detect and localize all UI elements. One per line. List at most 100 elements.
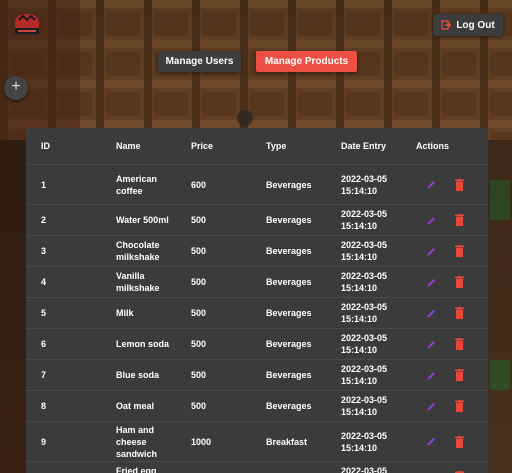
column-header-date-entry: Date Entry <box>341 141 387 151</box>
cell-date-entry: 2022-03-05 15:14:10 <box>326 390 401 422</box>
table-row: 4 Vanilla milkshake 500 Beverages 2022-03-05… <box>26 266 488 298</box>
cell-date-entry: 2022-03-05 15:14:10 <box>326 359 401 391</box>
cell-date-entry: 2022-03-05 15:14:10 <box>326 204 401 236</box>
edit-pencil-icon[interactable] <box>426 215 437 226</box>
cell-actions <box>401 328 488 360</box>
cell-actions <box>401 461 488 473</box>
table-row: 2 Water 500ml 500 Beverages 2022-03-05 15:14… <box>26 204 488 236</box>
column-header-type: Type <box>266 141 287 151</box>
cell-id: 6 <box>26 328 101 360</box>
delete-trash-icon[interactable] <box>455 435 464 448</box>
cell-name: Fried egg sandwich <box>101 461 176 473</box>
logout-label: Log Out <box>456 19 495 31</box>
column-header-name: Name <box>116 141 141 151</box>
edit-pencil-icon[interactable] <box>426 179 437 190</box>
cell-actions <box>401 421 488 462</box>
cell-name: Chocolate milkshake <box>101 235 176 267</box>
add-product-button[interactable]: + <box>4 76 28 100</box>
edit-pencil-icon[interactable] <box>426 436 437 447</box>
delete-trash-icon[interactable] <box>455 369 464 381</box>
manage-users-button[interactable]: Manage Users <box>158 51 241 72</box>
cell-id: 9 <box>26 421 101 462</box>
cell-actions <box>401 164 488 205</box>
delete-trash-icon[interactable] <box>455 307 464 319</box>
cell-id: 2 <box>26 204 101 236</box>
column-header-actions: Actions <box>416 141 450 151</box>
manage-products-button[interactable]: Manage Products <box>256 51 357 72</box>
cell-id: 7 <box>26 359 101 391</box>
cell-id: 8 <box>26 390 101 422</box>
cell-price: 600 <box>176 164 251 205</box>
cell-date-entry: 2022-03-05 15:14:10 <box>326 328 401 360</box>
cell-name: Ham and cheese sandwich <box>101 421 176 462</box>
table-header-row: ID Name Price Type Date Entry Actions <box>26 128 488 165</box>
logout-button[interactable]: Log Out <box>433 14 503 36</box>
edit-pencil-icon[interactable] <box>426 401 437 412</box>
cell-name: Lemon soda <box>101 328 176 360</box>
cell-price: 500 <box>176 204 251 236</box>
cell-id: 10 <box>26 461 101 473</box>
table-row: 6 Lemon soda 500 Beverages 2022-03-05 15:14:… <box>26 328 488 360</box>
cell-type: Beverages <box>251 328 326 360</box>
delete-trash-icon[interactable] <box>455 276 464 288</box>
cell-price: 1000 <box>176 461 251 473</box>
restaurant-logo <box>12 10 42 38</box>
plus-icon: + <box>11 78 21 95</box>
logout-icon <box>441 20 452 30</box>
cell-id: 5 <box>26 297 101 329</box>
edit-pencil-icon[interactable] <box>426 246 437 257</box>
delete-trash-icon[interactable] <box>455 400 464 412</box>
cell-actions <box>401 390 488 422</box>
cell-type: Beverages <box>251 390 326 422</box>
table-row: 9 Ham and cheese sandwich 1000 Breakfast 202… <box>26 421 488 462</box>
delete-trash-icon[interactable] <box>455 214 464 226</box>
column-header-price: Price <box>191 141 214 151</box>
cell-type: Beverages <box>251 164 326 205</box>
cell-type: Beverages <box>251 297 326 329</box>
table-row: 7 Blue soda 500 Beverages 2022-03-05 15:14:1… <box>26 359 488 391</box>
cell-price: 500 <box>176 297 251 329</box>
column-header-id: ID <box>41 141 50 151</box>
table-row: 3 Chocolate milkshake 500 Beverages 2022-03-… <box>26 235 488 267</box>
cell-name: Vanilla milkshake <box>101 266 176 298</box>
edit-pencil-icon[interactable] <box>426 339 437 350</box>
cell-actions <box>401 297 488 329</box>
cell-type: Breakfast <box>251 461 326 473</box>
cell-actions <box>401 359 488 391</box>
cell-type: Breakfast <box>251 421 326 462</box>
cell-date-entry: 2022-03-05 15:14:10 <box>326 164 401 205</box>
cell-price: 500 <box>176 390 251 422</box>
edit-pencil-icon[interactable] <box>426 308 437 319</box>
delete-trash-icon[interactable] <box>455 338 464 350</box>
cell-price: 1000 <box>176 421 251 462</box>
cell-name: Blue soda <box>101 359 176 391</box>
cell-id: 1 <box>26 164 101 205</box>
table-row: 10Fried egg sandwich1000Breakfast2022-03… <box>26 461 488 473</box>
manage-products-label: Manage Products <box>264 56 349 67</box>
cell-date-entry: 2022-03-05 15:14:10 <box>326 461 401 473</box>
table-row: 1 American coffee 600 Beverages 2022-03-05 1… <box>26 164 488 205</box>
cell-name: Milk <box>101 297 176 329</box>
cell-price: 500 <box>176 235 251 267</box>
delete-trash-icon[interactable] <box>455 178 464 191</box>
cell-price: 500 <box>176 266 251 298</box>
products-table: ID Name Price Type Date Entry Actions 1A… <box>26 128 488 473</box>
cell-price: 500 <box>176 359 251 391</box>
edit-pencil-icon[interactable] <box>426 370 437 381</box>
table-row: 8 Oat meal 500 Beverages 2022-03-05 15:14:10 <box>26 390 488 422</box>
cell-date-entry: 2022-03-05 15:14:10 <box>326 266 401 298</box>
cell-name: Water 500ml <box>101 204 176 236</box>
table-row: 5 Milk 500 Beverages 2022-03-05 15:14:10 <box>26 297 488 329</box>
manage-users-label: Manage Users <box>165 56 234 67</box>
edit-pencil-icon[interactable] <box>426 277 437 288</box>
cell-date-entry: 2022-03-05 15:14:10 <box>326 297 401 329</box>
delete-trash-icon[interactable] <box>455 245 464 257</box>
cell-date-entry: 2022-03-05 15:14:10 <box>326 235 401 267</box>
cell-type: Beverages <box>251 204 326 236</box>
cell-type: Beverages <box>251 359 326 391</box>
cell-actions <box>401 266 488 298</box>
cell-type: Beverages <box>251 266 326 298</box>
cell-name: American coffee <box>101 164 176 205</box>
cell-name: Oat meal <box>101 390 176 422</box>
cell-id: 3 <box>26 235 101 267</box>
